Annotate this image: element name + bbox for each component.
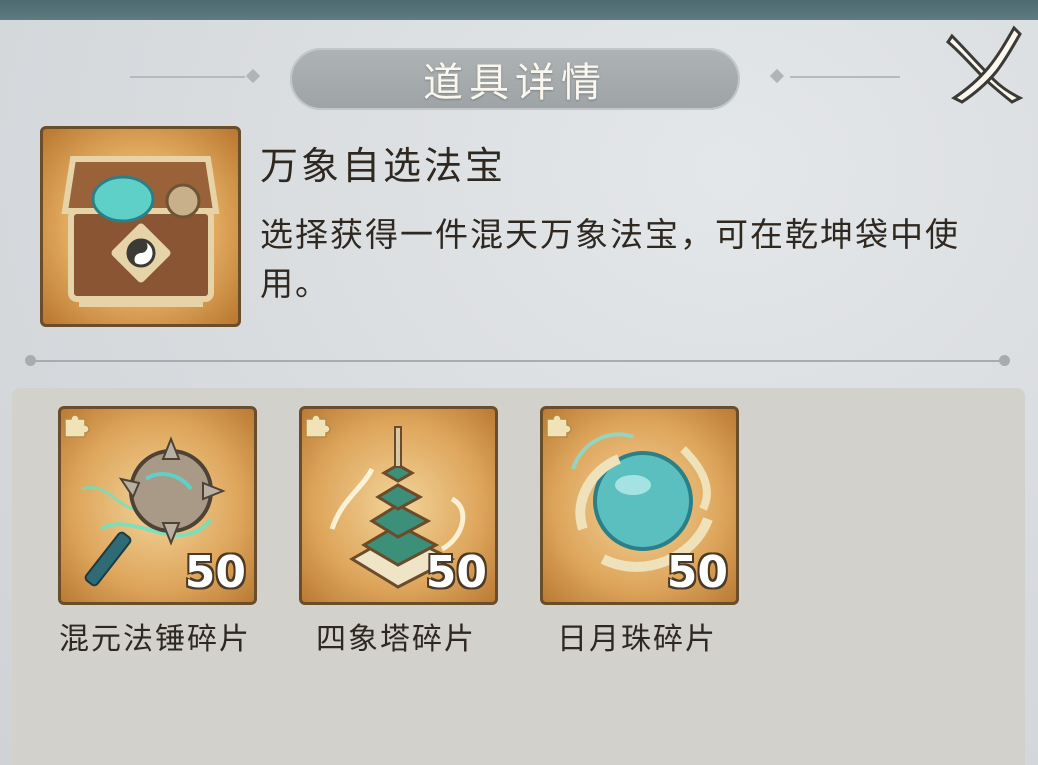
choice-quantity: 50	[666, 547, 728, 598]
choice-item-1[interactable]: 50	[58, 406, 257, 605]
dialog-title: 道具详情	[423, 60, 607, 106]
puzzle-piece-icon	[305, 414, 331, 438]
title-banner: 道具详情	[290, 48, 740, 110]
item-description: 选择获得一件混天万象法宝，可在乾坤袋中使用。	[260, 215, 960, 303]
choice-item-3[interactable]: 50	[540, 406, 739, 605]
close-button[interactable]	[942, 22, 1026, 106]
close-x-icon	[946, 25, 1024, 104]
divider-dot-right	[999, 355, 1010, 366]
title-ornament-left	[130, 76, 245, 78]
choice-label-2: 四象塔碎片	[316, 622, 476, 657]
choice-quantity: 50	[425, 547, 487, 598]
title-ornament-right	[790, 76, 900, 78]
item-name: 万象自选法宝	[260, 144, 507, 188]
item-icon-frame	[40, 126, 241, 327]
section-divider	[30, 360, 1005, 362]
choice-label-1: 混元法锤碎片	[59, 622, 251, 657]
treasure-chest-icon	[61, 156, 220, 307]
choice-quantity: 50	[184, 547, 246, 598]
choice-label-3: 日月珠碎片	[557, 622, 717, 657]
puzzle-piece-icon	[546, 414, 572, 438]
choice-item-2[interactable]: 50	[299, 406, 498, 605]
puzzle-piece-icon	[64, 414, 90, 438]
top-band	[0, 0, 1038, 20]
